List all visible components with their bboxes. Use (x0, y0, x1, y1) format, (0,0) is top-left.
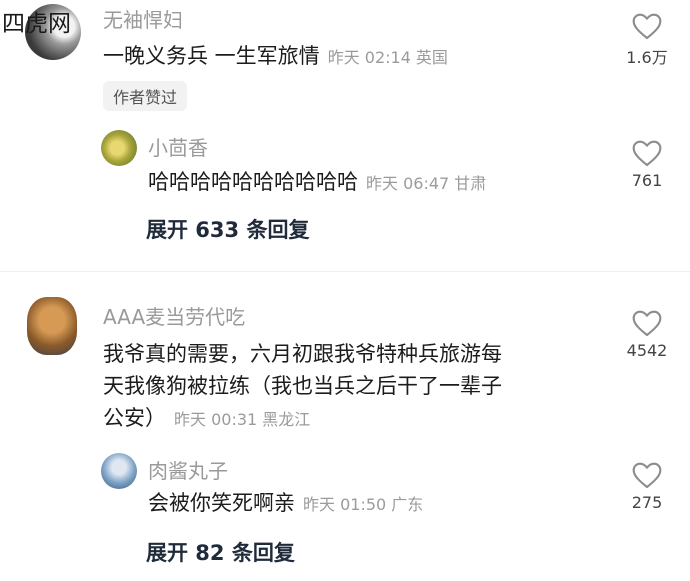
expand-replies-button[interactable]: 展开 633 条回复 (146, 214, 309, 244)
like-count: 4542 (626, 341, 668, 360)
heart-icon (632, 462, 662, 489)
reply-author[interactable]: 肉酱丸子 (148, 455, 228, 484)
comment-location: 英国 (415, 48, 448, 67)
reply-time: 昨天 01:50 (303, 495, 387, 514)
expand-replies-button[interactable]: 展开 82 条回复 (146, 537, 295, 567)
heart-icon (632, 140, 662, 167)
reply-avatar[interactable] (101, 453, 137, 489)
like-count: 761 (631, 171, 663, 190)
avatar[interactable] (27, 297, 77, 355)
like-count: 1.6万 (626, 48, 668, 67)
comment-time: 昨天 02:14 (327, 48, 411, 67)
comment-text: 公安） 昨天 00:31 黑龙江 (103, 402, 310, 436)
comment-body: 一晚义务兵 一生军旅情 (103, 44, 320, 68)
reply-text: 会被你笑死啊亲 昨天 01:50 广东 (148, 487, 423, 521)
comment-time: 昨天 00:31 (174, 410, 258, 429)
heart-icon (632, 310, 662, 337)
comment-text-line: 天我像狗被拉练（我也当兵之后干了一辈子 (103, 374, 502, 398)
comment-text-line: 我爷真的需要，六月初跟我爷特种兵旅游每 (103, 342, 502, 366)
like-button[interactable]: 4542 (617, 309, 677, 360)
site-watermark: 四虎网 (2, 11, 71, 37)
comment-divider (0, 271, 690, 272)
reply-author[interactable]: 小茴香 (148, 132, 208, 161)
heart-icon (632, 13, 662, 40)
like-button[interactable]: 1.6万 (617, 12, 677, 68)
reply-location: 甘肃 (454, 174, 487, 193)
reply-location: 广东 (391, 495, 424, 514)
comment-author[interactable]: 无袖悍妇 (103, 4, 183, 33)
reply-like-button[interactable]: 761 (617, 139, 677, 190)
like-count: 275 (631, 493, 663, 512)
reply-body: 会被你笑死啊亲 (148, 491, 295, 515)
comment-text-line: 公安） (103, 406, 166, 430)
reply-text: 哈哈哈哈哈哈哈哈哈哈 昨天 06:47 甘肃 (148, 166, 486, 200)
reply-body: 哈哈哈哈哈哈哈哈哈哈 (148, 170, 358, 194)
comment-author[interactable]: AAA麦当劳代吃 (103, 301, 245, 330)
comment-text: 一晚义务兵 一生军旅情 昨天 02:14 英国 (103, 40, 448, 74)
reply-avatar[interactable] (101, 130, 137, 166)
author-liked-badge: 作者赞过 (103, 81, 188, 111)
reply-time: 昨天 06:47 (366, 174, 450, 193)
reply-like-button[interactable]: 275 (617, 461, 677, 512)
comment-location: 黑龙江 (262, 410, 311, 429)
